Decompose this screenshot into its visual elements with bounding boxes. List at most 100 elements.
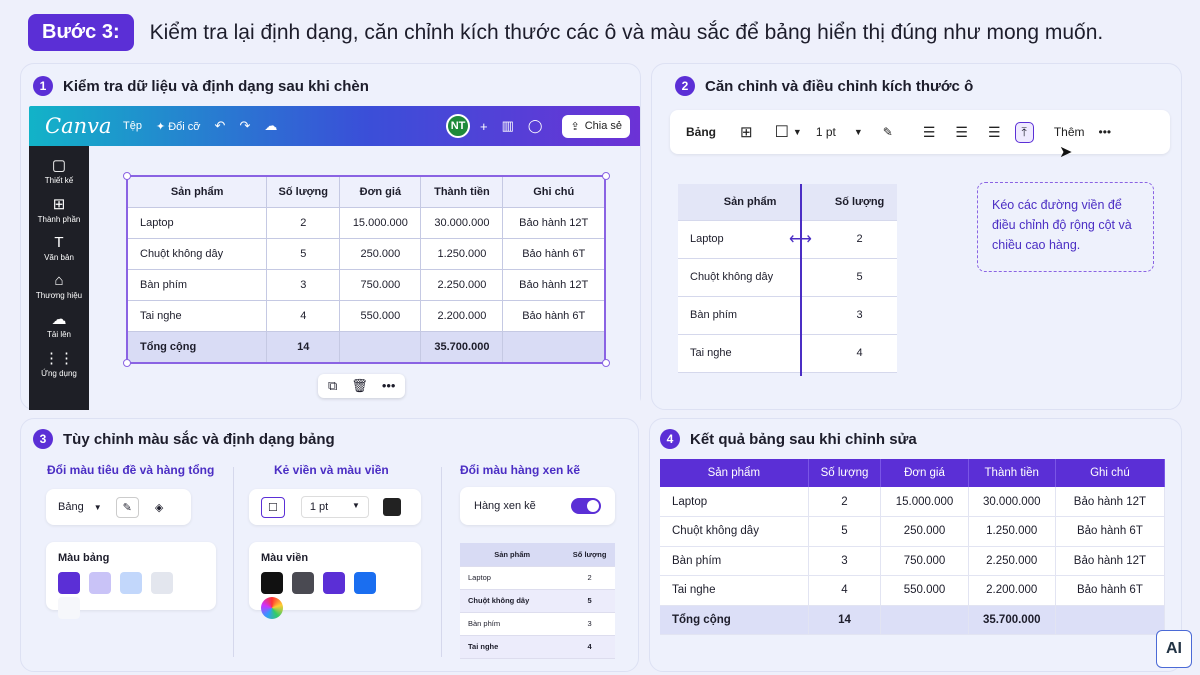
resize-handle[interactable]: [123, 359, 131, 367]
table-cell[interactable]: 3: [822, 296, 897, 335]
table-row[interactable]: Laptop 2 15.000.000 30.000.000 Bảo hành 12T: [660, 487, 1166, 517]
table-header[interactable]: Ghi chú: [1055, 459, 1166, 487]
table-row[interactable]: Tai nghe 4 550.000 2.200.000 Bảo hành 6T: [660, 575, 1166, 606]
alternating-rows-toggle[interactable]: [571, 498, 601, 514]
table-cell[interactable]: 550.000: [339, 300, 422, 332]
color-swatch[interactable]: [323, 572, 345, 594]
table-cell[interactable]: Chuột không dây: [460, 589, 565, 613]
table-cell[interactable]: 4: [822, 334, 897, 373]
sidebar-item-elements[interactable]: ⊞ Thành phần: [29, 195, 89, 224]
table-cell[interactable]: 1.250.000: [968, 516, 1056, 547]
table-row[interactable]: Laptop 2 15.000.000 30.000.000 Bảo hành 12T: [126, 207, 605, 239]
border-size-select[interactable]: 1 pt ▼: [300, 496, 369, 518]
color-swatch[interactable]: [151, 572, 173, 594]
table-cell[interactable]: Bàn phím: [460, 612, 565, 636]
table-cell[interactable]: Laptop: [460, 566, 565, 590]
table-cell[interactable]: 30.000.000: [968, 487, 1056, 517]
table-row[interactable]: Laptop 2: [678, 220, 897, 259]
table-cell[interactable]: 3: [564, 612, 615, 636]
table-cell[interactable]: 250.000: [880, 516, 969, 547]
table-header[interactable]: Sản phẩm: [126, 176, 268, 208]
cloud-icon[interactable]: ☁: [264, 118, 277, 134]
chevron-down-icon[interactable]: ▼: [854, 127, 863, 137]
border-color-picker[interactable]: [382, 498, 401, 516]
sidebar-item-text[interactable]: T Văn bản: [29, 234, 89, 262]
more-button[interactable]: Thêm: [1054, 125, 1085, 139]
table-cell[interactable]: Bàn phím: [660, 546, 809, 576]
table-cell[interactable]: 2: [822, 220, 897, 259]
color-swatch[interactable]: [354, 572, 376, 594]
sidebar-item-apps[interactable]: ⋮⋮ Ứng dụng: [29, 349, 89, 378]
border-size-select[interactable]: 1 pt: [816, 125, 836, 139]
table-cell[interactable]: Tổng cộng: [126, 331, 268, 363]
table-cell[interactable]: Bảo hành 6T: [502, 300, 605, 332]
table-cell[interactable]: 3: [266, 269, 341, 301]
table-cell[interactable]: Bảo hành 12T: [502, 207, 605, 239]
table-header[interactable]: Đơn giá: [339, 176, 422, 208]
plus-icon[interactable]: +: [480, 119, 488, 134]
table-menu[interactable]: Bảng: [58, 501, 84, 513]
table-header[interactable]: Số lượng: [808, 459, 882, 487]
table-cell[interactable]: 15.000.000: [880, 487, 969, 517]
product-table[interactable]: Sản phẩm Số lượng Đơn giá Thành tiền Ghi…: [126, 176, 605, 363]
table-row[interactable]: Tai nghe 4: [678, 334, 897, 373]
table-cell[interactable]: Bảo hành 6T: [502, 238, 605, 270]
result-table[interactable]: Sản phẩm Số lượng Đơn giá Thành tiền Ghi…: [660, 459, 1166, 635]
resize-handle[interactable]: [602, 172, 610, 180]
table-cell[interactable]: 2: [808, 487, 882, 517]
table-cell[interactable]: 750.000: [339, 269, 422, 301]
sidebar-item-brand[interactable]: ⌂ Thương hiệu: [29, 272, 89, 300]
table-cell[interactable]: Tổng cộng: [660, 605, 809, 635]
ellipsis-icon[interactable]: •••: [1099, 125, 1112, 139]
table-cell[interactable]: 5: [564, 589, 615, 613]
table-cell[interactable]: 5: [266, 238, 341, 270]
table-header[interactable]: Số lượng: [822, 184, 897, 221]
table-cell[interactable]: [880, 605, 969, 635]
table-row[interactable]: Bàn phím 3 750.000 2.250.000 Bảo hành 12T: [126, 269, 605, 301]
table-cell[interactable]: 5: [822, 258, 897, 297]
alternating-table[interactable]: Sản phẩm Số lượng Laptop 2 Chuột không dây…: [460, 543, 615, 659]
table-cell[interactable]: 14: [266, 331, 341, 363]
color-swatch[interactable]: [89, 572, 111, 594]
table-cell[interactable]: Bảo hành 12T: [1055, 546, 1166, 576]
table-row[interactable]: Laptop 2: [460, 566, 615, 590]
table-cell[interactable]: Bảo hành 12T: [1055, 487, 1166, 517]
table-header[interactable]: Đơn giá: [880, 459, 969, 487]
table-header[interactable]: Thành tiền: [420, 176, 504, 208]
table-header[interactable]: Số lượng: [266, 176, 341, 208]
table-row[interactable]: Tai nghe 4: [460, 635, 615, 659]
color-swatch[interactable]: [292, 572, 314, 594]
total-row[interactable]: Tổng cộng 14 35.700.000: [126, 331, 605, 363]
table-cell[interactable]: Bảo hành 12T: [502, 269, 605, 301]
table-header[interactable]: Số lượng: [564, 543, 615, 567]
table-cell[interactable]: 30.000.000: [420, 207, 504, 239]
table-cell[interactable]: Bàn phím: [126, 269, 268, 301]
more-icon[interactable]: •••: [382, 378, 396, 394]
align-left-icon[interactable]: ☰: [923, 124, 936, 141]
table-cell[interactable]: Laptop: [126, 207, 268, 239]
border-style-icon[interactable]: ☐: [775, 122, 789, 142]
grid-icon[interactable]: ⊞: [740, 123, 753, 141]
table-cell[interactable]: Bảo hành 6T: [1055, 575, 1166, 606]
avatar[interactable]: NT: [446, 114, 471, 138]
trash-icon[interactable]: 🗑: [351, 378, 368, 394]
table-cell[interactable]: Chuột không dây: [660, 516, 809, 547]
chevron-down-icon[interactable]: ▼: [94, 503, 102, 512]
table-cell[interactable]: 2: [564, 566, 615, 590]
table-cell[interactable]: Laptop: [660, 487, 809, 517]
border-style-icon[interactable]: ☐: [261, 496, 285, 518]
chart-icon[interactable]: ▥: [502, 118, 514, 134]
table-cell[interactable]: 2: [266, 207, 341, 239]
color-swatch[interactable]: [261, 597, 283, 619]
table-row[interactable]: Tai nghe 4 550.000 2.200.000 Bảo hành 6T: [126, 300, 605, 332]
table-cell[interactable]: 35.700.000: [968, 605, 1056, 635]
vertical-align-icon[interactable]: ⤒: [1014, 121, 1034, 143]
table-menu[interactable]: Bảng: [686, 125, 716, 139]
table-cell[interactable]: Bảo hành 6T: [1055, 516, 1166, 547]
table-cell[interactable]: 14: [808, 605, 882, 635]
fill-icon[interactable]: ◈: [155, 501, 163, 514]
table-cell[interactable]: Chuột không dây: [126, 238, 268, 270]
redo-icon[interactable]: ↷: [239, 118, 250, 134]
pen-icon[interactable]: ✎: [883, 125, 893, 139]
table-cell[interactable]: 2.250.000: [420, 269, 504, 301]
